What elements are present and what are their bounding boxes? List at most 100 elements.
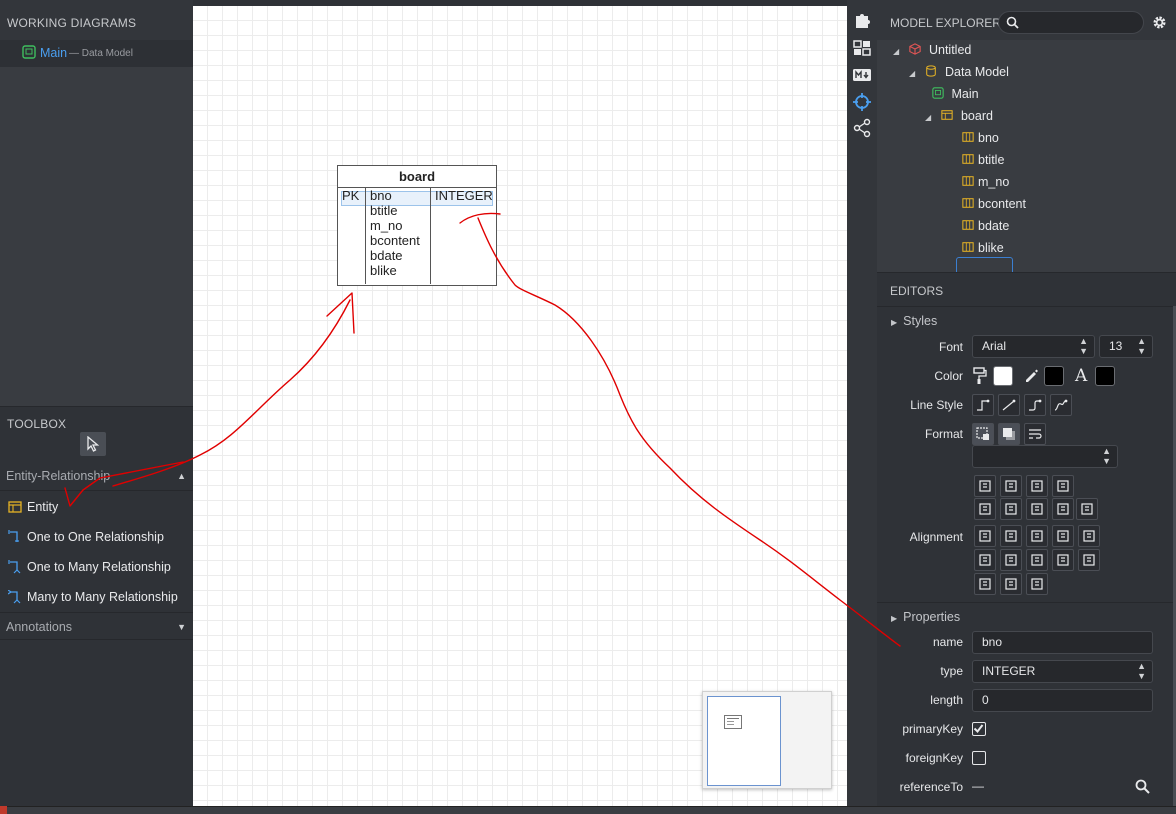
- column-icon: [962, 220, 974, 230]
- format-auto-resize-button[interactable]: [972, 423, 994, 445]
- entity-title: board: [338, 166, 496, 188]
- tree-node-main-diagram[interactable]: Main: [931, 84, 979, 104]
- model-explorer-search[interactable]: [998, 11, 1144, 34]
- space-vertical-button[interactable]: [1078, 549, 1100, 571]
- collapsed-icon: ▶: [891, 318, 898, 327]
- minimap-entity: [724, 715, 742, 729]
- text-align-center-button[interactable]: [1026, 475, 1048, 497]
- type-select[interactable]: INTEGER ▲ ▼: [972, 660, 1153, 683]
- same-height-button[interactable]: [974, 573, 996, 595]
- toolbox-group-annotations[interactable]: Annotations ▼: [0, 612, 193, 640]
- toolbox-item-one-to-one[interactable]: One to One Relationship: [0, 522, 193, 552]
- diagram-canvas[interactable]: board PK bno btitle m_no bcontent bdate …: [193, 6, 847, 806]
- format-word-wrap-button[interactable]: [1024, 423, 1046, 445]
- font-size-select[interactable]: 13 ▲ ▼: [1099, 335, 1153, 358]
- styles-section-toggle[interactable]: ▶ Styles: [891, 314, 937, 328]
- tree-node-data-model[interactable]: ◢ Data Model: [909, 62, 1009, 82]
- stereotype-decoration-button[interactable]: [1052, 498, 1074, 520]
- text-align-right-icon: [1057, 480, 1069, 492]
- gear-icon[interactable]: [1152, 15, 1167, 30]
- properties-section-toggle[interactable]: ▶ Properties: [891, 610, 960, 624]
- font-label: Font: [938, 340, 963, 354]
- text-align-left-button[interactable]: [1000, 475, 1022, 497]
- line-style-curve-button[interactable]: [1050, 394, 1072, 416]
- line-color-swatch[interactable]: [1044, 366, 1064, 386]
- pointer-tool-button[interactable]: [80, 432, 106, 456]
- extensions-icon[interactable]: [852, 10, 872, 30]
- name-input[interactable]: bno: [972, 631, 1153, 654]
- working-diagrams-header: WORKING DIAGRAMS: [0, 0, 193, 40]
- crosshair-icon[interactable]: [852, 92, 872, 112]
- tree-node-column[interactable]: m_no: [961, 172, 1009, 192]
- line-style-oblique-button[interactable]: [998, 394, 1020, 416]
- divider: [0, 490, 193, 491]
- share-icon[interactable]: [852, 118, 872, 138]
- send-back-button[interactable]: [1000, 525, 1022, 547]
- line-rounded-icon: [1029, 399, 1042, 411]
- format-select[interactable]: ▲ ▼: [972, 445, 1118, 468]
- foreign-key-checkbox[interactable]: [972, 751, 986, 765]
- tree-node-board[interactable]: ◢ board: [925, 106, 993, 126]
- align-middle-button[interactable]: [1000, 549, 1022, 571]
- minimap[interactable]: [702, 691, 832, 789]
- toolbox-item-entity[interactable]: Entity: [0, 492, 193, 522]
- align-right-button[interactable]: [1078, 525, 1100, 547]
- search-icon[interactable]: [1135, 779, 1150, 794]
- markdown-icon[interactable]: [852, 65, 872, 85]
- entity-column[interactable]: bdate: [366, 248, 430, 263]
- entity-column[interactable]: blike: [366, 263, 430, 278]
- tree-node-column[interactable]: bno: [961, 128, 999, 148]
- text-align-middle-button[interactable]: [974, 475, 996, 497]
- primary-key-checkbox[interactable]: [972, 722, 986, 736]
- format-shadow-button[interactable]: [998, 423, 1020, 445]
- tree-node-column[interactable]: bcontent: [961, 194, 1026, 214]
- align-top-button[interactable]: [974, 549, 996, 571]
- stereotype-label-button[interactable]: [1000, 498, 1022, 520]
- space-horizontal-button[interactable]: [1052, 549, 1074, 571]
- tree-node-untitled[interactable]: ◢ Untitled: [893, 40, 971, 60]
- toolbox-group-er[interactable]: Entity-Relationship ▲: [0, 462, 193, 490]
- entity-type-column: INTEGER: [431, 188, 495, 284]
- text-align-right-button[interactable]: [1052, 475, 1074, 497]
- properties-title: Properties: [903, 610, 961, 624]
- tree-node-column[interactable]: bdate: [961, 216, 1009, 236]
- layout-icon[interactable]: [852, 38, 872, 58]
- tree-node-column[interactable]: btitle: [961, 150, 1004, 170]
- column-icon: [962, 242, 974, 252]
- model-tree: ◢ Untitled ◢ Data Model Main ◢ board bno…: [877, 40, 1176, 278]
- length-input[interactable]: 0: [972, 689, 1153, 712]
- entity-column[interactable]: m_no: [366, 218, 430, 233]
- align-bottom-icon: [1031, 554, 1043, 566]
- toolbox-group-annotations-label: Annotations: [6, 620, 73, 634]
- align-bottom-button[interactable]: [1026, 549, 1048, 571]
- stereotype-icon-button[interactable]: [1026, 498, 1048, 520]
- entity-column[interactable]: bno: [366, 188, 430, 203]
- entity-column[interactable]: bcontent: [366, 233, 430, 248]
- line-oblique-icon: [1002, 399, 1016, 411]
- line-style-rectilinear-button[interactable]: [972, 394, 994, 416]
- align-center-button[interactable]: [1052, 525, 1074, 547]
- same-size-button[interactable]: [1026, 573, 1048, 595]
- entity-icon: [941, 110, 954, 120]
- entity-column[interactable]: btitle: [366, 203, 430, 218]
- same-width-button[interactable]: [1000, 573, 1022, 595]
- suppress-button[interactable]: [1076, 498, 1098, 520]
- font-color-swatch[interactable]: [1095, 366, 1115, 386]
- entity-board[interactable]: board PK bno btitle m_no bcontent bdate …: [337, 165, 497, 286]
- font-family-select[interactable]: Arial ▲ ▼: [972, 335, 1095, 358]
- align-middle-icon: [1005, 554, 1017, 566]
- align-left-button[interactable]: [1026, 525, 1048, 547]
- toolbox-item-label: One to One Relationship: [27, 530, 164, 544]
- toolbox-item-many-to-many[interactable]: Many to Many Relationship: [0, 582, 193, 612]
- minimap-viewport[interactable]: [707, 696, 781, 786]
- bring-front-button[interactable]: [974, 525, 996, 547]
- tree-node-column[interactable]: blike: [961, 238, 1004, 258]
- line-style-rounded-button[interactable]: [1024, 394, 1046, 416]
- fill-color-swatch[interactable]: [993, 366, 1013, 386]
- working-diagram-item-main[interactable]: Main — Data Model: [0, 40, 193, 67]
- line-curve-icon: [1054, 399, 1068, 411]
- toolbox-item-one-to-many[interactable]: One to Many Relationship: [0, 552, 193, 582]
- working-diagrams-body: [0, 67, 193, 406]
- stereotype-none-button[interactable]: [974, 498, 996, 520]
- align-left-icon: [1031, 530, 1043, 542]
